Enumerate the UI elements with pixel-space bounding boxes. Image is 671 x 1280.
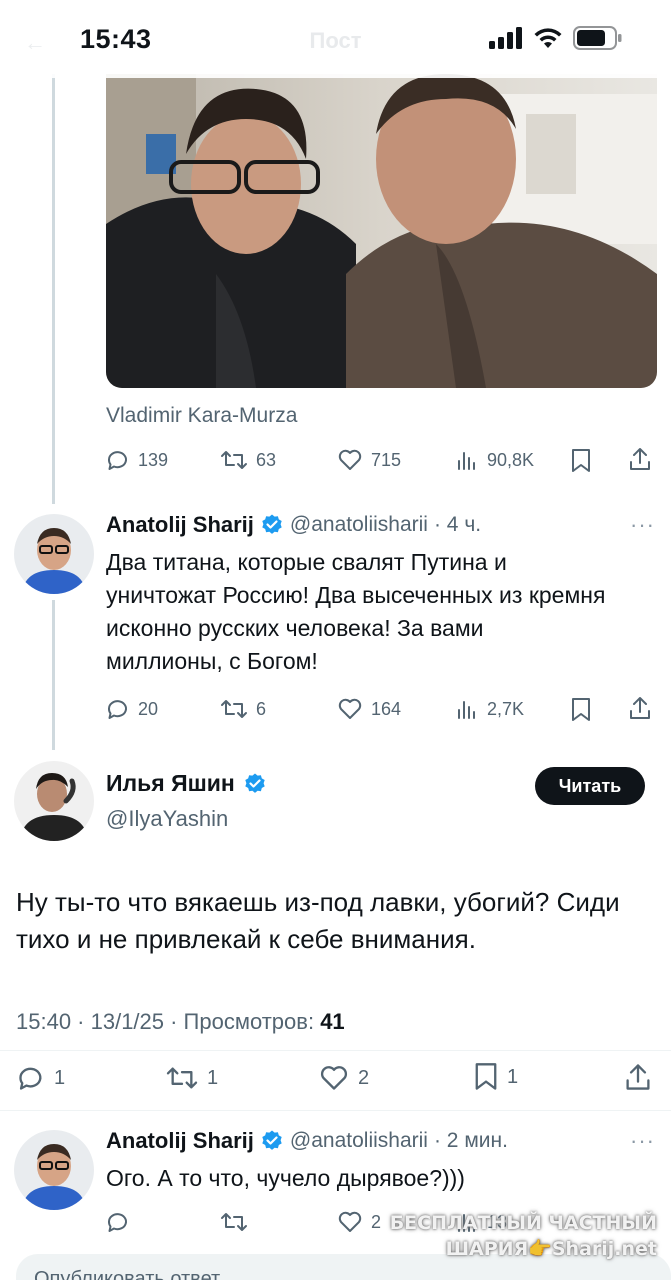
heart-icon: [338, 698, 362, 719]
reply-count: 139: [138, 449, 169, 470]
share-button[interactable]: [624, 1062, 652, 1092]
repost-count: 63: [256, 449, 277, 470]
avatar-image: [14, 761, 94, 841]
reply-icon: [107, 1213, 127, 1232]
reply-text: Два титана, которые свалят Путина и унич…: [106, 549, 606, 674]
share-button[interactable]: [628, 695, 652, 721]
repost-button[interactable]: 6: [220, 697, 266, 721]
author-name[interactable]: Anatolij Sharij: [106, 512, 254, 538]
reply-icon: [107, 451, 127, 470]
more-options-icon[interactable]: ···: [630, 512, 655, 538]
like-count: 164: [371, 698, 402, 719]
like-count: 2: [371, 1211, 382, 1232]
photo-illustration: [106, 74, 657, 388]
author-name[interactable]: Илья Яшин: [106, 770, 235, 797]
status-bar: ← Пост 15:43: [0, 0, 671, 78]
divider: [0, 1050, 671, 1051]
avatar-image: [14, 1130, 94, 1210]
author-handle[interactable]: @IlyaYashin: [106, 806, 228, 832]
reply-input-placeholder[interactable]: Опубликовать ответ: [34, 1268, 220, 1280]
share-button[interactable]: [628, 446, 652, 472]
tweet-photo[interactable]: [106, 74, 657, 388]
bookmark-button[interactable]: 1: [473, 1062, 518, 1092]
watermark-line: ШАРИЯ👉Sharij.net: [445, 1238, 657, 1260]
reply-icon: [107, 700, 127, 719]
views-button[interactable]: 90,8K: [455, 448, 534, 472]
avatar[interactable]: [14, 514, 94, 594]
repost-icon: [166, 1067, 198, 1089]
avatar[interactable]: [14, 1130, 94, 1210]
author-name[interactable]: Anatolij Sharij: [106, 1128, 254, 1154]
reply-button[interactable]: 1: [16, 1064, 65, 1092]
reply-button[interactable]: 139: [106, 448, 168, 472]
reply-header: Anatolij Sharij @anatoliisharii · 4 ч.: [106, 512, 481, 538]
clock: 15:43: [80, 24, 152, 54]
reply-button[interactable]: [106, 1210, 130, 1234]
share-icon: [626, 1064, 650, 1090]
share-icon: [630, 697, 650, 719]
like-button[interactable]: 164: [337, 697, 401, 721]
views-count: 2,7K: [487, 698, 525, 719]
post-time: · 4 ч.: [433, 513, 482, 536]
avatar-image: [14, 514, 94, 594]
repost-button[interactable]: 1: [165, 1064, 218, 1092]
bookmark-icon: [475, 1063, 497, 1090]
bookmark-icon: [572, 698, 590, 721]
reply-icon: [19, 1067, 42, 1090]
bookmark-icon: [572, 449, 590, 472]
thread-line: [52, 74, 55, 504]
timestamp: 15:40 · 13/1/25 · Просмотров:: [16, 1009, 321, 1034]
reply-count: 20: [138, 698, 159, 719]
bookmark-button[interactable]: [570, 697, 592, 723]
reply-count: 1: [54, 1066, 66, 1089]
repost-button[interactable]: 63: [220, 448, 276, 472]
main-tweet-text: Ну ты-то что вякаешь из-под лавки, убоги…: [16, 887, 620, 954]
heart-icon: [338, 1211, 362, 1232]
author-handle[interactable]: @anatoliisharii: [290, 513, 428, 537]
views-button[interactable]: 2,7K: [455, 697, 524, 721]
system-icons: [489, 26, 623, 50]
divider: [0, 1110, 671, 1111]
verified-badge-icon: [262, 1130, 282, 1150]
follow-button[interactable]: Читать: [535, 767, 645, 805]
post-time: · 2 мин.: [433, 1129, 508, 1152]
more-options-icon[interactable]: ···: [630, 1128, 655, 1154]
share-icon: [630, 448, 650, 470]
reply-text: Ого. А то что, чучело дырявое?))): [106, 1165, 465, 1191]
wifi-icon: [534, 28, 562, 48]
cellular-signal-icon: [489, 27, 522, 49]
repost-button[interactable]: [220, 1210, 248, 1234]
thread-line: [52, 600, 55, 750]
battery-icon: [573, 26, 622, 50]
verified-badge-icon: [262, 514, 282, 534]
views-count: 90,8K: [487, 449, 535, 470]
views-count: 41: [320, 1009, 345, 1034]
repost-icon: [221, 1213, 247, 1231]
like-count: 715: [371, 449, 402, 470]
repost-icon: [221, 451, 247, 469]
heart-icon: [338, 449, 362, 470]
tweet-meta: 15:40 · 13/1/25 · Просмотров: 41: [16, 1009, 345, 1035]
reply-button[interactable]: 20: [106, 697, 158, 721]
main-author: Илья Яшин: [106, 770, 267, 797]
views-chart-icon: [458, 452, 475, 470]
heart-icon: [320, 1066, 348, 1090]
like-button[interactable]: 2: [318, 1064, 369, 1092]
repost-count: 1: [207, 1066, 219, 1089]
bookmark-count: 1: [507, 1065, 519, 1088]
like-count: 2: [358, 1066, 370, 1089]
like-button[interactable]: 2: [337, 1210, 381, 1234]
author-handle[interactable]: @anatoliisharii: [290, 1129, 428, 1153]
repost-count: 6: [256, 698, 267, 719]
avatar[interactable]: [14, 761, 94, 841]
like-button[interactable]: 715: [337, 448, 401, 472]
reply-header: Anatolij Sharij @anatoliisharii · 2 мин.: [106, 1128, 508, 1154]
bookmark-button[interactable]: [570, 448, 592, 474]
views-chart-icon: [458, 701, 475, 719]
photo-caption[interactable]: Vladimir Kara-Murza: [106, 404, 297, 428]
watermark: БЕСПЛАТНЫЙ ЧАСТНЫЙ ШАРИЯ👉Sharij.net: [390, 1210, 657, 1262]
verified-badge-icon: [245, 773, 265, 793]
watermark-line: БЕСПЛАТНЫЙ ЧАСТНЫЙ: [389, 1212, 657, 1234]
repost-icon: [221, 700, 247, 718]
